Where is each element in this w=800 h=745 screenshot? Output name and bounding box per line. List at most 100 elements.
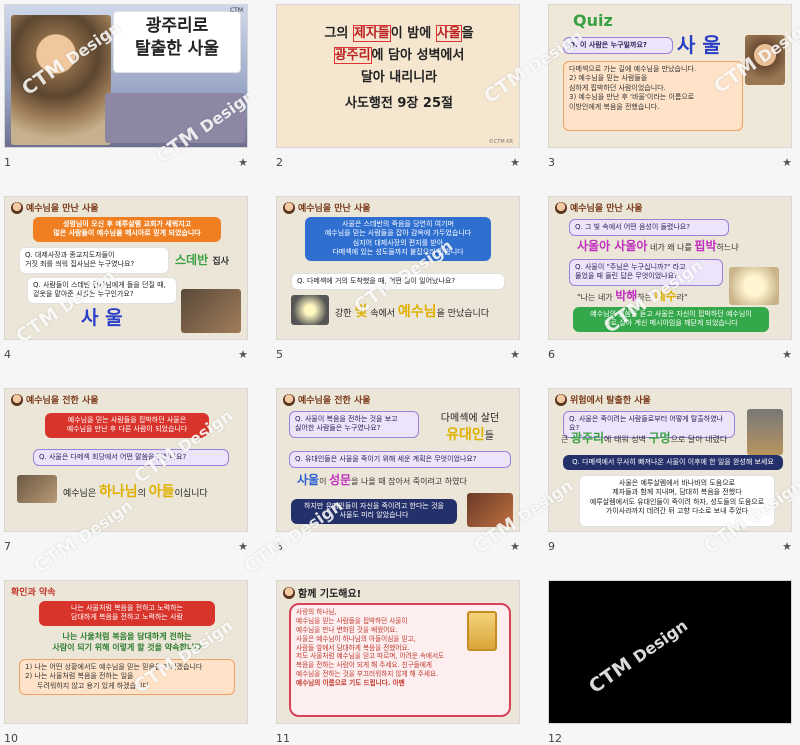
slide-8-q1: Q. 사울이 복음을 전하는 것을 보고 싫어한 사람들은 누구였나요? xyxy=(289,411,419,438)
slide-number-2: 2 xyxy=(276,156,283,169)
slide-star-icon-1[interactable]: ★ xyxy=(238,156,248,169)
slide-cell-3[interactable]: Quiz Q. 이 사람은 누구일까요? 사 울 다메섹으로 가는 길에 예수님… xyxy=(544,0,792,180)
preaching-illustration xyxy=(17,475,57,503)
slide-2-mark: ©CTM KR xyxy=(488,139,513,145)
slide-star-icon-4[interactable]: ★ xyxy=(238,348,248,361)
slide-thumbnail-3[interactable]: Quiz Q. 이 사람은 누구일까요? 사 울 다메섹으로 가는 길에 예수님… xyxy=(548,4,792,148)
slide-thumbnail-7[interactable]: 예수님을 전한 사울 예수님을 믿는 사람들을 핍박하던 사울은 예수님을 만난 … xyxy=(4,388,248,532)
slide-9-q2: Q. 다메섹에서 무사히 빠져나온 사울이 이후에 한 일을 완성해 보세요 xyxy=(563,455,783,471)
slide-9-summary: 사울은 예루살렘에서 바나바의 도움으로 제자들과 함께 지내며, 담대히 복음을… xyxy=(579,475,775,527)
slide-number-9: 9 xyxy=(548,540,555,553)
slide-8-q2: Q. 유대인들은 사울을 죽이기 위해 세운 계획은 무엇이었나요? xyxy=(289,451,511,469)
slide-cell-10[interactable]: 확인과 약속 나는 사울처럼 복음을 전하고 노력하는 담대하게 복음을 전하고 … xyxy=(0,576,248,745)
slide-2-verse: 그의 제자들이 밤에 사울을 광주리에 담아 성벽에서 달아 내리니라 사도행전… xyxy=(324,25,474,111)
slide-5-box: 사울은 스데반의 죽음을 당연히 여기며 예수님을 믿는 사람들을 잡아 감옥에 … xyxy=(305,217,491,261)
slide-cell-1[interactable]: 광주리로 탈출한 사울 CTM 1 ★ xyxy=(0,0,248,180)
slide-6-q2: Q. 사울이 "주님은 누구십니까?" 라고 물었을 때 들린 답은 무엇이었나요… xyxy=(569,259,723,286)
slide-thumbnail-2[interactable]: 그의 제자들이 밤에 사울을 광주리에 담아 성벽에서 달아 내리니라 사도행전… xyxy=(276,4,520,148)
slide-thumbnail-11[interactable]: 함께 기도해요! 사랑의 하나님, 예수님을 믿는 사람들을 핍박하던 사울이 예수… xyxy=(276,580,520,724)
slide-1-title-box: 광주리로 탈출한 사울 xyxy=(113,11,241,73)
slide-number-3: 3 xyxy=(548,156,555,169)
ctm-tag: CTM xyxy=(229,7,243,14)
slide-7-answer: 예수님은 하나님의 아들이십니다 xyxy=(63,484,208,500)
slide-thumbnail-9[interactable]: 위험에서 탈출한 사울 Q. 사울은 죽이려는 사람들로부터 어떻게 탈출하였나… xyxy=(548,388,792,532)
slide-4-q1: Q. 대제사장과 종교지도자들이 거짓 죄를 씌워 집사님은 누구였나요? xyxy=(19,247,169,274)
praying-child-illustration xyxy=(467,611,497,651)
avatar-icon xyxy=(283,201,295,214)
slide-3-answer: 사 울 xyxy=(677,33,721,57)
slide-thumbnail-4[interactable]: 예수님을 만난 사울 성령님이 오신 후 예루살렘 교회가 세워지고 많은 사람들… xyxy=(4,196,248,340)
slide-cell-12[interactable]: 12 xyxy=(544,576,792,745)
slide-number-5: 5 xyxy=(276,348,283,361)
slide-thumbnail-12[interactable] xyxy=(548,580,792,724)
city-wall-illustration xyxy=(105,93,245,143)
slide-star-icon-7[interactable]: ★ xyxy=(238,540,248,553)
slide-3-question: Q. 이 사람은 누구일까요? xyxy=(563,37,673,55)
slide-cell-8[interactable]: 예수님을 전한 사울 Q. 사울이 복음을 전하는 것을 보고 싫어한 사람들은 … xyxy=(272,384,520,564)
slide-cell-11[interactable]: 함께 기도해요! 사랑의 하나님, 예수님을 믿는 사람들을 핍박하던 사울이 예수… xyxy=(272,576,520,745)
slide-7-question: Q. 사울은 다메섹 회당에서 어떤 말씀을 전했나요? xyxy=(33,449,229,467)
slide-4-a1: 스데반 집사 xyxy=(175,253,229,267)
slide-5-answer: 강한 빛 속에서 예수님을 만났습니다 xyxy=(335,304,490,320)
soldiers-illustration xyxy=(467,493,513,527)
slide-number-12: 12 xyxy=(548,732,562,745)
slide-4-box: 성령님이 오신 후 예루살렘 교회가 세워지고 많은 사람들이 예수님을 메시아로… xyxy=(33,217,221,242)
quiz-heading: Quiz xyxy=(573,11,613,30)
basket-illustration xyxy=(747,409,783,455)
slide-thumbnail-6[interactable]: 예수님을 만난 사울 Q. 그 빛 속에서 어떤 음성이 들렸나요? 사울아 사… xyxy=(548,196,792,340)
slide-6-q1: Q. 그 빛 속에서 어떤 음성이 들렸나요? xyxy=(569,219,729,237)
slide-1-title-line2: 탈출한 사울 xyxy=(134,38,220,59)
stoning-illustration xyxy=(181,289,241,333)
avatar-icon xyxy=(555,393,567,406)
slide-8-a2: 사울이 성문을 나올 때 잡아서 죽이려고 하였다 xyxy=(297,473,467,487)
slide-4-a2: 사 울 xyxy=(81,307,123,329)
slide-8-header: 예수님을 전한 사울 xyxy=(283,393,371,406)
slide-4-q2: Q. 사람들이 스데반 집사님에게 돌을 던질 때, 겉옷을 맡아준 사람은 누구… xyxy=(27,277,177,304)
slide-number-4: 4 xyxy=(4,348,11,361)
slide-star-icon-2[interactable]: ★ xyxy=(510,156,520,169)
slide-thumbnail-10[interactable]: 확인과 약속 나는 사울처럼 복음을 전하고 노력하는 담대하게 복음을 전하고 … xyxy=(4,580,248,724)
slide-6-a1: 사울아 사울아 네가 왜 나를 핍박하느냐 xyxy=(577,239,739,253)
slide-cell-5[interactable]: 예수님을 만난 사울 사울은 스데반의 죽음을 당연히 여기며 예수님을 믿는 사… xyxy=(272,192,520,372)
slide-7-header: 예수님을 전한 사울 xyxy=(11,393,99,406)
avatar-icon xyxy=(11,201,23,214)
slide-10-list: 1) 나는 어떤 상황에서도 예수님을 믿는 믿음을 지키겠습니다 2) 나는 사… xyxy=(19,659,235,696)
slide-cell-4[interactable]: 예수님을 만난 사울 성령님이 오신 후 예루살렘 교회가 세워지고 많은 사람들… xyxy=(0,192,248,372)
slide-star-icon-8[interactable]: ★ xyxy=(510,540,520,553)
slide-6-header: 예수님을 만난 사울 xyxy=(555,201,643,214)
saul-portrait xyxy=(745,35,785,85)
slide-number-1: 1 xyxy=(4,156,11,169)
slide-star-icon-9[interactable]: ★ xyxy=(782,540,792,553)
slide-sorter-grid: 광주리로 탈출한 사울 CTM 1 ★ 그의 제자들이 밤에 사울을 광주리에 … xyxy=(0,0,800,745)
slide-9-header: 위험에서 탈출한 사울 xyxy=(555,393,651,406)
slide-10-promise: 나는 사울처럼 복음을 담대하게 전하는 사람이 되기 위해 이렇게 할 것을 약… xyxy=(52,632,202,652)
slide-star-icon-6[interactable]: ★ xyxy=(782,348,792,361)
avatar-icon xyxy=(11,393,23,406)
slide-3-hints: 다메섹으로 가는 길에 예수님을 만났습니다. 2) 예수님을 믿는 사람들을 … xyxy=(563,61,743,131)
avatar-icon xyxy=(283,586,295,599)
slide-cell-2[interactable]: 그의 제자들이 밤에 사울을 광주리에 담아 성벽에서 달아 내리니라 사도행전… xyxy=(272,0,520,180)
slide-number-10: 10 xyxy=(4,732,18,745)
slide-thumbnail-5[interactable]: 예수님을 만난 사울 사울은 스데반의 죽음을 당연히 여기며 예수님을 믿는 사… xyxy=(276,196,520,340)
slide-star-icon-3[interactable]: ★ xyxy=(782,156,792,169)
slide-number-11: 11 xyxy=(276,732,290,745)
slide-star-icon-5[interactable]: ★ xyxy=(510,348,520,361)
saul-basket-illustration xyxy=(11,15,111,145)
slide-thumbnail-8[interactable]: 예수님을 전한 사울 Q. 사울이 복음을 전하는 것을 보고 싫어한 사람들은 … xyxy=(276,388,520,532)
slide-cell-9[interactable]: 위험에서 탈출한 사울 Q. 사울은 죽이려는 사람들로부터 어떻게 탈출하였나… xyxy=(544,384,792,564)
slide-thumbnail-1[interactable]: 광주리로 탈출한 사울 CTM xyxy=(4,4,248,148)
slide-number-8: 8 xyxy=(276,540,283,553)
slide-number-6: 6 xyxy=(548,348,555,361)
slide-5-header: 예수님을 만난 사울 xyxy=(283,201,371,214)
slide-cell-6[interactable]: 예수님을 만난 사울 Q. 그 빛 속에서 어떤 음성이 들렸나요? 사울아 사… xyxy=(544,192,792,372)
slide-number-7: 7 xyxy=(4,540,11,553)
light-illustration xyxy=(291,295,329,325)
avatar-icon xyxy=(283,393,295,406)
jesus-light-illustration xyxy=(729,267,779,305)
slide-cell-7[interactable]: 예수님을 전한 사울 예수님을 믿는 사람들을 핍박하던 사울은 예수님을 만난 … xyxy=(0,384,248,564)
slide-9-a1: 큰 광주리에 태워 성벽 구멍으로 달아 내렸다 xyxy=(561,431,728,445)
slide-10-box1: 나는 사울처럼 복음을 전하고 노력하는 담대하게 복음을 전하고 노력하는 사람 xyxy=(39,601,215,626)
slide-1-title-line1: 광주리로 xyxy=(145,16,209,36)
slide-6-box: 예수님의 말씀을 듣고 사울은 자신이 핍박하던 예수님이 바로 살아 계신 메시… xyxy=(573,307,769,332)
slide-8-a1: 다메섹에 살던 유대인들 xyxy=(440,413,500,443)
